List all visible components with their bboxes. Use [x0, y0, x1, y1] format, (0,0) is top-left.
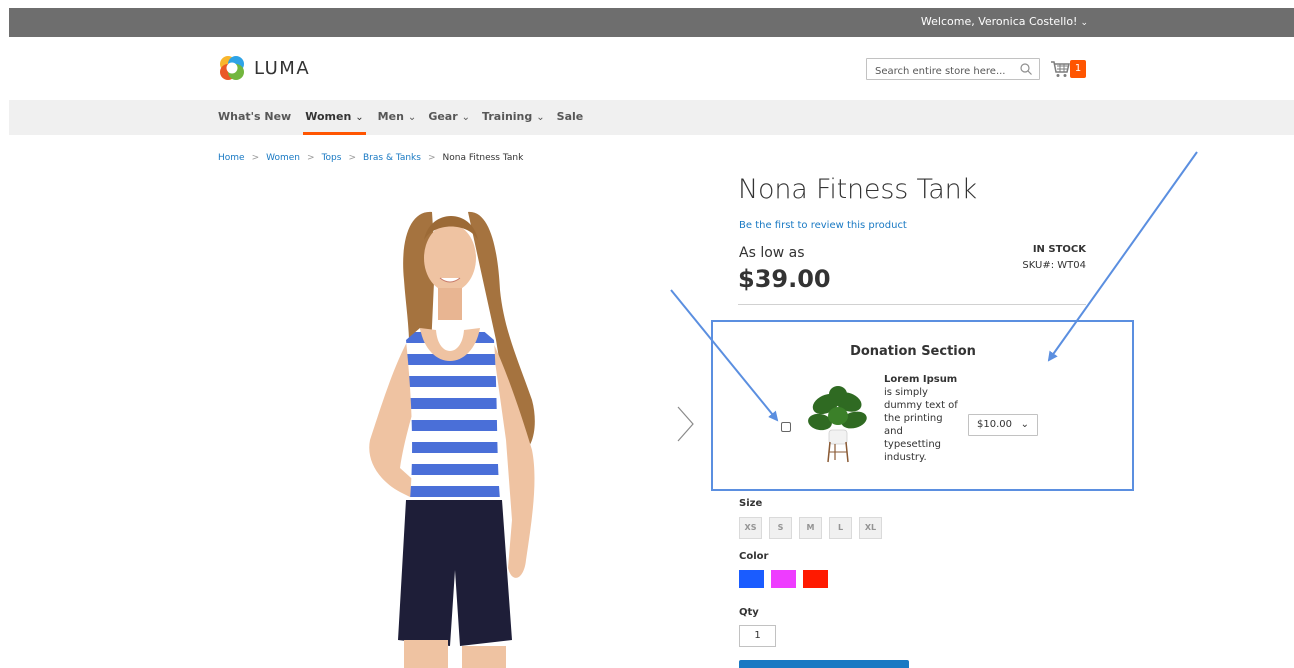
nav-item-women[interactable]: Women ⌄	[303, 100, 366, 135]
product-price: $39.00	[738, 265, 831, 293]
chevron-down-icon: ⌄	[461, 112, 471, 123]
product-image[interactable]	[300, 200, 600, 668]
nav-item-label: What's New	[218, 110, 292, 123]
nav-item-gear[interactable]: Gear ⌄	[428, 100, 470, 135]
search-box	[866, 58, 1040, 82]
color-label: Color	[739, 551, 769, 562]
breadcrumb-bras-tanks[interactable]: Bras & Tanks	[363, 153, 421, 163]
breadcrumb-women[interactable]: Women	[266, 153, 300, 163]
donation-checkbox[interactable]	[781, 422, 791, 432]
nav-item-label: Gear	[428, 110, 458, 123]
plant-image	[808, 386, 867, 463]
nav-item-training[interactable]: Training ⌄	[482, 100, 545, 135]
breadcrumb-current: Nona Fitness Tank	[442, 153, 524, 163]
breadcrumb-separator-icon: >	[251, 153, 260, 163]
size-options: XS S M L XL	[739, 517, 889, 539]
donation-description: Lorem Ipsum is simply dummy text of the …	[884, 373, 958, 464]
chevron-right-icon[interactable]	[675, 405, 695, 443]
size-option-s[interactable]: S	[769, 517, 792, 539]
chevron-down-icon: ⌄	[355, 112, 364, 123]
logo[interactable]: LUMA	[218, 54, 310, 82]
search-input[interactable]	[867, 61, 1012, 82]
donation-section: Donation Section Lorem Ipsum is simply d…	[711, 320, 1134, 491]
review-link[interactable]: Be the first to review this product	[739, 220, 907, 231]
donation-amount-select[interactable]: $10.00 ⌄	[968, 414, 1038, 436]
size-option-xs[interactable]: XS	[739, 517, 762, 539]
chevron-down-icon: ⌄	[1080, 18, 1088, 28]
chevron-down-icon: ⌄	[1020, 419, 1029, 430]
logo-text: LUMA	[254, 57, 311, 79]
nav-items: What's New Women ⌄ Men ⌄ Gear ⌄ Training ⌄ S…	[218, 100, 595, 135]
breadcrumb: Home > Women > Tops > Bras & Tanks > Nona Fitnes…	[218, 153, 523, 163]
top-bar: Welcome, Veronica Costello! ⌄	[9, 8, 1294, 37]
luma-logo-icon	[220, 56, 244, 80]
qty-input[interactable]: 1	[739, 625, 776, 647]
donation-text-bold: Lorem Ipsum	[884, 374, 958, 385]
color-swatch-red[interactable]	[803, 570, 828, 588]
stock-status: IN STOCK	[1032, 244, 1086, 255]
color-options	[739, 570, 835, 588]
price-prefix: As low as	[739, 245, 805, 261]
main-nav: What's New Women ⌄ Men ⌄ Gear ⌄ Training ⌄ S…	[9, 100, 1294, 135]
welcome-menu[interactable]: Welcome, Veronica Costello! ⌄	[921, 15, 1088, 28]
color-swatch-blue[interactable]	[739, 570, 764, 588]
color-swatch-purple[interactable]	[771, 570, 796, 588]
donation-amount-value: $10.00	[977, 419, 1012, 430]
chevron-down-icon: ⌄	[536, 112, 545, 123]
nav-item-label: Sale	[556, 110, 584, 123]
nav-item-label: Men	[377, 110, 404, 123]
size-label: Size	[739, 498, 763, 509]
size-option-xl[interactable]: XL	[859, 517, 882, 539]
donation-text-rest: is simply dummy text of the printing and…	[884, 387, 958, 463]
breadcrumb-separator-icon: >	[348, 153, 356, 163]
breadcrumb-home[interactable]: Home	[218, 153, 245, 163]
nav-item-label: Training	[482, 110, 533, 123]
divider	[738, 304, 1086, 305]
breadcrumb-separator-icon: >	[307, 153, 315, 163]
page-title: Nona Fitness Tank	[738, 174, 977, 205]
add-to-cart-button[interactable]	[739, 660, 909, 668]
chevron-down-icon: ⌄	[407, 112, 417, 123]
nav-item-sale[interactable]: Sale	[557, 100, 584, 135]
breadcrumb-separator-icon: >	[427, 153, 436, 163]
nav-item-men[interactable]: Men ⌄	[378, 100, 417, 135]
product-sku: SKU#: WT04	[1022, 260, 1086, 271]
nav-item-label: Women	[305, 110, 352, 123]
cart-count-badge[interactable]: 1	[1070, 60, 1086, 78]
welcome-text: Welcome, Veronica Costello!	[920, 15, 1078, 28]
search-icon[interactable]	[1019, 62, 1033, 76]
breadcrumb-tops[interactable]: Tops	[322, 153, 342, 163]
size-option-m[interactable]: M	[799, 517, 822, 539]
size-option-l[interactable]: L	[829, 517, 852, 539]
qty-label: Qty	[739, 607, 759, 618]
nav-item-whats-new[interactable]: What's New	[218, 100, 291, 135]
cart-icon[interactable]	[1050, 59, 1072, 79]
donation-title: Donation Section	[850, 344, 976, 359]
